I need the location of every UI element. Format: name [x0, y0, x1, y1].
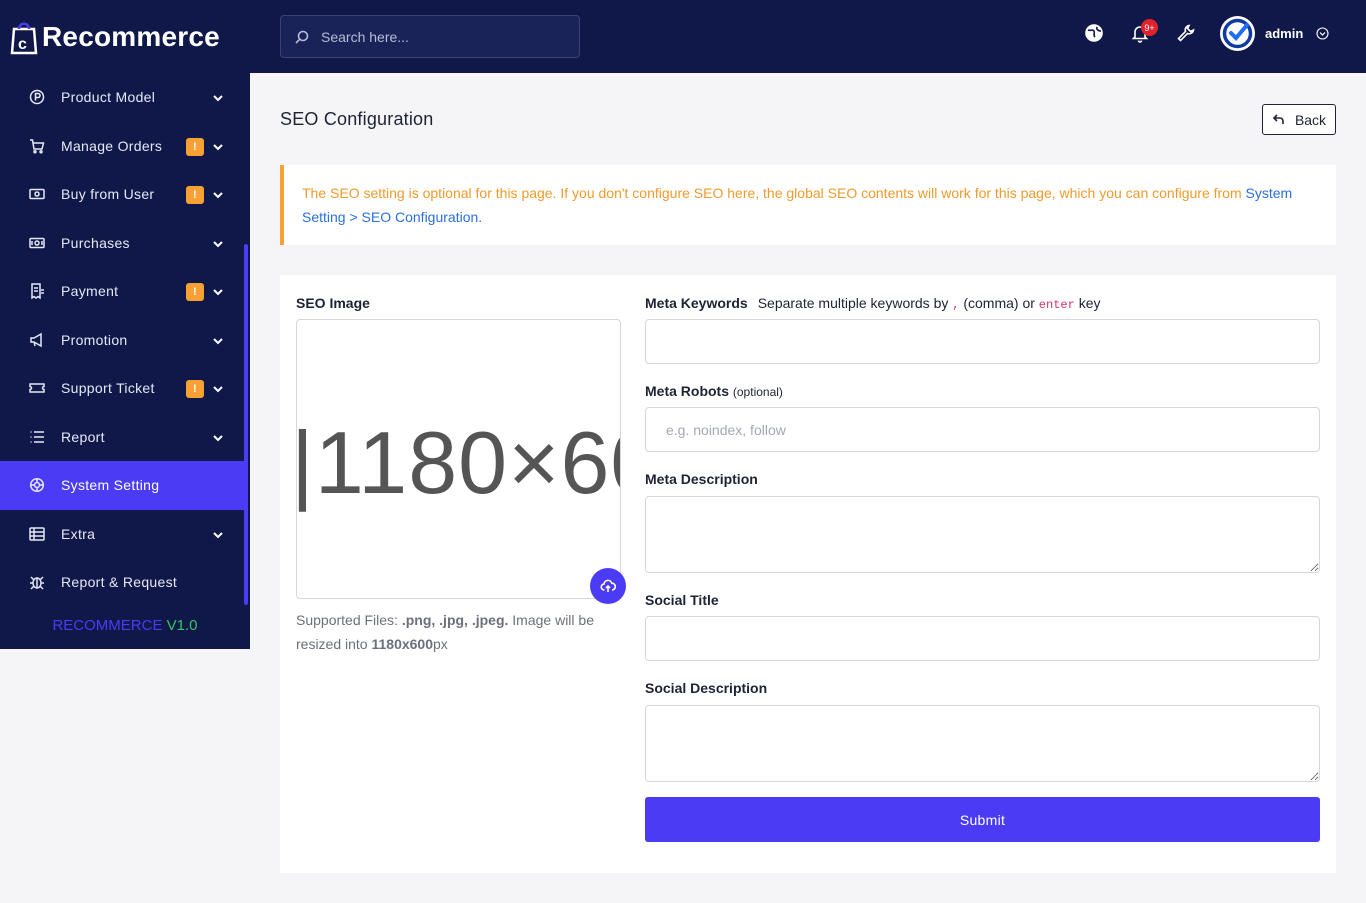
seo-image-label: SEO Image [296, 295, 370, 311]
image-help-text: Supported Files: .png, .jpg, .jpeg. Imag… [296, 612, 594, 652]
back-arrow-icon [1272, 114, 1284, 124]
alert-badge: ! [186, 283, 204, 301]
chevron-down-icon [212, 334, 224, 346]
topbar [250, 0, 1366, 73]
sidebar-item-system-setting[interactable]: System Setting [0, 461, 244, 510]
sidebar-menu: Product Model Manage Orders ! Buy from U… [0, 73, 250, 607]
brand-name: Recommerce [42, 20, 220, 52]
version-number: V1.0 [166, 617, 198, 634]
cloud-upload-icon [600, 579, 616, 592]
social-description-label: Social Description [645, 680, 768, 696]
bag-logo-icon: c [10, 19, 38, 55]
seo-image-preview[interactable]: |1180×600 [296, 319, 621, 599]
globe-icon[interactable] [1084, 23, 1104, 43]
sidebar-item-label: Product Model [61, 89, 156, 106]
check-logo-icon [1222, 18, 1253, 49]
chevron-down-icon [212, 528, 224, 540]
sidebar-item-report[interactable]: Report [0, 413, 250, 462]
social-title-label: Social Title [645, 592, 719, 608]
social-description-textarea[interactable] [645, 705, 1320, 782]
seo-notice: The SEO setting is optional for this pag… [280, 165, 1336, 245]
notification-count-badge: 9+ [1141, 19, 1158, 36]
meta-keywords-input[interactable] [645, 319, 1320, 364]
list-icon [28, 428, 46, 446]
bug-icon [28, 573, 46, 591]
sidebar-item-promotion[interactable]: Promotion [0, 316, 250, 365]
cash-icon [28, 185, 46, 203]
page-title: SEO Configuration [280, 109, 434, 129]
app-version: RECOMMERCE V1.0 [0, 617, 250, 634]
sidebar-item-manage-orders[interactable]: Manage Orders ! [0, 122, 250, 171]
table-icon [28, 525, 46, 543]
chevron-down-icon [212, 237, 224, 249]
sidebar-item-extra[interactable]: Extra [0, 510, 250, 559]
search-input[interactable] [321, 28, 561, 45]
sidebar-item-label: Purchases [61, 234, 130, 251]
sidebar-item-support-ticket[interactable]: Support Ticket ! [0, 364, 250, 413]
settings-icon [28, 476, 46, 494]
alert-badge: ! [186, 186, 204, 204]
chevron-down-icon [212, 285, 224, 297]
megaphone-icon [28, 331, 46, 349]
search-box[interactable] [280, 15, 580, 58]
product-icon [28, 88, 46, 106]
chevron-down-icon [212, 188, 224, 200]
meta-robots-input[interactable] [645, 407, 1320, 452]
svg-text:c: c [18, 36, 27, 53]
sidebar-item-label: Promotion [61, 331, 128, 348]
sidebar-item-label: Report [61, 428, 105, 445]
sidebar: c Recommerce Product Model Manage Orders… [0, 0, 250, 649]
chevron-down-icon [212, 140, 224, 152]
sidebar-item-label: Support Ticket [61, 380, 155, 397]
sidebar-item-product-model[interactable]: Product Model [0, 73, 250, 122]
sidebar-item-label: Manage Orders [61, 137, 163, 154]
purchase-icon [28, 234, 46, 252]
sidebar-item-buy-from-user[interactable]: Buy from User ! [0, 170, 250, 219]
sidebar-item-label: Payment [61, 283, 119, 300]
meta-keywords-hint: Separate multiple keywords by , (comma) … [757, 295, 1101, 312]
back-button-label: Back [1294, 111, 1327, 128]
chevron-down-icon [212, 91, 224, 103]
chevron-down-icon [212, 382, 224, 394]
meta-description-textarea[interactable] [645, 496, 1320, 573]
meta-keywords-label: Meta Keywords Separate multiple keywords … [645, 295, 1101, 312]
version-name: RECOMMERCE [52, 617, 163, 634]
sidebar-item-report-request[interactable]: Report & Request [0, 558, 250, 607]
image-placeholder-text: |1180×600 [297, 413, 620, 512]
seo-form-card: SEO Image |1180×600 Supported Files: .pn… [280, 275, 1336, 873]
search-icon [295, 30, 309, 44]
sidebar-item-label: Extra [61, 525, 96, 542]
back-button[interactable]: Back [1262, 104, 1336, 135]
alert-badge: ! [186, 137, 204, 156]
avatar[interactable] [1220, 16, 1255, 51]
chevron-down-icon [212, 431, 224, 443]
submit-button[interactable]: Submit [645, 797, 1320, 842]
receipt-icon [28, 282, 46, 300]
sidebar-item-label: System Setting [61, 477, 160, 494]
ticket-icon [28, 379, 46, 397]
user-name[interactable]: admin [1265, 26, 1303, 41]
sidebar-item-label: Report & Request [61, 574, 178, 591]
meta-description-label: Meta Description [645, 471, 758, 487]
wrench-icon[interactable] [1176, 23, 1196, 43]
alert-badge: ! [186, 380, 204, 398]
sidebar-item-purchases[interactable]: Purchases [0, 219, 250, 268]
upload-button[interactable] [590, 568, 626, 604]
sidebar-item-payment[interactable]: Payment ! [0, 267, 250, 316]
notice-text: The SEO setting is optional for this pag… [302, 185, 1246, 201]
brand-logo[interactable]: c Recommerce [0, 0, 250, 73]
meta-robots-label: Meta Robots (optional) [645, 383, 783, 399]
sidebar-item-label: Buy from User [61, 186, 155, 203]
chevron-down-icon[interactable] [1316, 27, 1329, 40]
cart-icon [28, 137, 46, 155]
social-title-input[interactable] [645, 616, 1320, 661]
